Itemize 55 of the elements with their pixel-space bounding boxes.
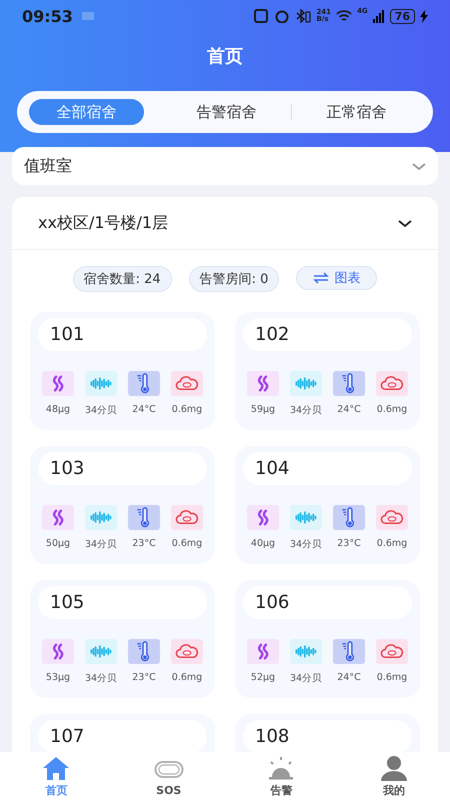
- sensor-reading: 0.6mg: [172, 672, 202, 683]
- room-number: 101: [38, 318, 207, 351]
- room-card[interactable]: 104 40μg 34分贝 23°C 0.6mg: [235, 446, 420, 564]
- sensor-reading: 34分贝: [290, 404, 322, 417]
- nav-item[interactable]: 告警: [225, 752, 338, 800]
- room-card[interactable]: 101 48μg 34分贝 24°C 0.6mg: [30, 312, 215, 430]
- sensor-reading: 24°C: [337, 404, 361, 415]
- count-badge: 告警房间: 0: [188, 266, 280, 292]
- tab[interactable]: 全部宿舍: [29, 99, 144, 125]
- sensor-reading: 24°C: [337, 672, 361, 683]
- sensor-reading: 24°C: [132, 404, 156, 415]
- room-card[interactable]: 106 52μg 34分贝 24°C 0.6mg: [235, 580, 420, 698]
- sensor-reading: 34分贝: [84, 672, 118, 685]
- sensor-reading: 0.6mg: [172, 538, 202, 549]
- count-badge: 宿舍数量: 24: [72, 266, 172, 292]
- tab[interactable]: 正常宿舍: [292, 99, 421, 125]
- nav-item[interactable]: 我的: [338, 752, 450, 800]
- sensor-reading: 53μg: [46, 672, 70, 683]
- dropdown-label: 值班室: [24, 156, 73, 176]
- room-card[interactable]: 108: [235, 714, 420, 752]
- nav-item[interactable]: SOS: [112, 752, 225, 800]
- room-number: 105: [38, 586, 207, 619]
- sensor-reading: 50μg: [46, 538, 70, 549]
- sensor-reading: 52μg: [250, 672, 276, 683]
- room-number: 106: [243, 586, 412, 619]
- room-number: 108: [243, 720, 412, 752]
- sensor-reading: 34分贝: [290, 538, 322, 551]
- sensor-reading: 34分贝: [290, 672, 322, 685]
- room-card[interactable]: 105 53μg 34分贝 23°C 0.6mg: [30, 580, 215, 698]
- clock-time: 09:53: [22, 6, 73, 26]
- room-number: 102: [243, 318, 412, 351]
- sensor-reading: 23°C: [132, 672, 156, 683]
- building-label: xx校区/1号楼/1层: [38, 212, 170, 234]
- sensor-reading: 23°C: [132, 538, 156, 549]
- dropdown-row[interactable]: 值班室: [12, 147, 438, 185]
- sensor-reading: 34分贝: [84, 404, 118, 417]
- room-card[interactable]: 107: [30, 714, 215, 752]
- sensor-reading: 34分贝: [84, 538, 118, 551]
- sensor-reading: 40μg: [250, 538, 276, 549]
- tab[interactable]: 告警宿舍: [162, 99, 291, 125]
- page-title: 首页: [206, 45, 244, 69]
- sensor-reading: 59μg: [250, 404, 276, 415]
- sensor-reading: 0.6mg: [172, 404, 202, 415]
- sensor-reading: 23°C: [337, 538, 361, 549]
- room-card[interactable]: 102 59μg 34分贝 24°C 0.6mg: [235, 312, 420, 430]
- sensor-reading: 0.6mg: [376, 404, 408, 415]
- room-card[interactable]: 103 50μg 34分贝 23°C 0.6mg: [30, 446, 215, 564]
- sensor-reading: 48μg: [46, 404, 70, 415]
- battery-level: 76: [390, 8, 415, 24]
- room-number: 103: [38, 452, 207, 485]
- room-number: 104: [243, 452, 412, 485]
- chart-toggle-button[interactable]: 图表: [296, 266, 378, 290]
- room-number: 107: [38, 720, 207, 752]
- sensor-reading: 0.6mg: [376, 672, 408, 683]
- sensor-reading: 0.6mg: [376, 538, 408, 549]
